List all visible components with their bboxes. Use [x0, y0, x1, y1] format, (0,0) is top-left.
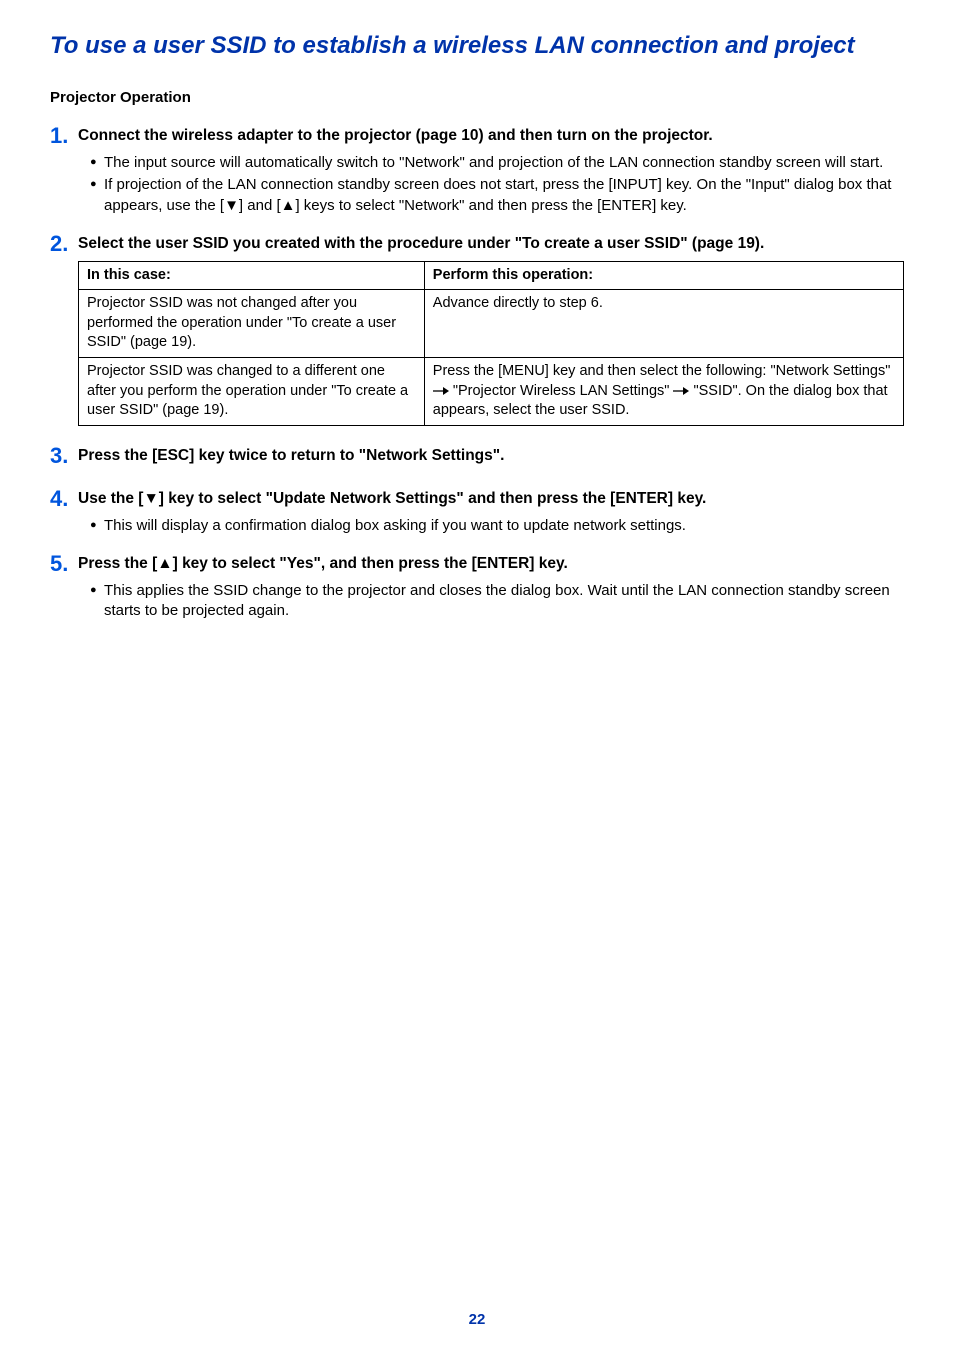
- table-header-operation: Perform this operation:: [424, 261, 903, 290]
- step-body: Use the [▼] key to select "Update Networ…: [78, 487, 904, 538]
- step-number: 2.: [50, 232, 78, 256]
- table-row: Projector SSID was not changed after you…: [79, 290, 904, 358]
- table-header-case: In this case:: [79, 261, 425, 290]
- step-body: Press the [ESC] key twice to return to "…: [78, 444, 904, 473]
- step-title: Select the user SSID you created with th…: [78, 234, 904, 255]
- page-title: To use a user SSID to establish a wirele…: [50, 30, 904, 61]
- step-title: Press the [ESC] key twice to return to "…: [78, 446, 904, 467]
- step-title: Connect the wireless adapter to the proj…: [78, 126, 904, 147]
- step-body: Press the [▲] key to select "Yes", and t…: [78, 552, 904, 623]
- bullet-list: This will display a confirmation dialog …: [78, 516, 904, 536]
- step-body: Connect the wireless adapter to the proj…: [78, 124, 904, 218]
- bullet-item: If projection of the LAN connection stan…: [90, 175, 904, 216]
- step-number: 3.: [50, 444, 78, 468]
- op-text-part: Press the [MENU] key and then select the…: [433, 363, 891, 379]
- bullet-item: This will display a confirmation dialog …: [90, 516, 904, 536]
- step-title: Press the [▲] key to select "Yes", and t…: [78, 554, 904, 575]
- bullet-item: The input source will automatically swit…: [90, 153, 904, 173]
- right-arrow-icon: [673, 386, 689, 396]
- step-number: 1.: [50, 124, 78, 148]
- table-cell-operation: Advance directly to step 6.: [424, 290, 903, 358]
- bullet-item: This applies the SSID change to the proj…: [90, 581, 904, 622]
- op-text-part: "Projector Wireless LAN Settings": [449, 383, 674, 399]
- page-number: 22: [0, 1311, 954, 1328]
- step-5: 5. Press the [▲] key to select "Yes", an…: [50, 552, 904, 623]
- table-cell-operation: Press the [MENU] key and then select the…: [424, 358, 903, 426]
- bullet-list: The input source will automatically swit…: [78, 153, 904, 216]
- step-3: 3. Press the [ESC] key twice to return t…: [50, 444, 904, 473]
- step-number: 4.: [50, 487, 78, 511]
- table-row: Projector SSID was changed to a differen…: [79, 358, 904, 426]
- step-1: 1. Connect the wireless adapter to the p…: [50, 124, 904, 218]
- table-cell-case: Projector SSID was not changed after you…: [79, 290, 425, 358]
- ssid-table: In this case: Perform this operation: Pr…: [78, 261, 904, 426]
- step-title: Use the [▼] key to select "Update Networ…: [78, 489, 904, 510]
- table-cell-case: Projector SSID was changed to a differen…: [79, 358, 425, 426]
- subheading-projector-operation: Projector Operation: [50, 89, 904, 106]
- step-2: 2. Select the user SSID you created with…: [50, 232, 904, 430]
- right-arrow-icon: [433, 386, 449, 396]
- step-4: 4. Use the [▼] key to select "Update Net…: [50, 487, 904, 538]
- step-body: Select the user SSID you created with th…: [78, 232, 904, 430]
- bullet-list: This applies the SSID change to the proj…: [78, 581, 904, 622]
- step-number: 5.: [50, 552, 78, 576]
